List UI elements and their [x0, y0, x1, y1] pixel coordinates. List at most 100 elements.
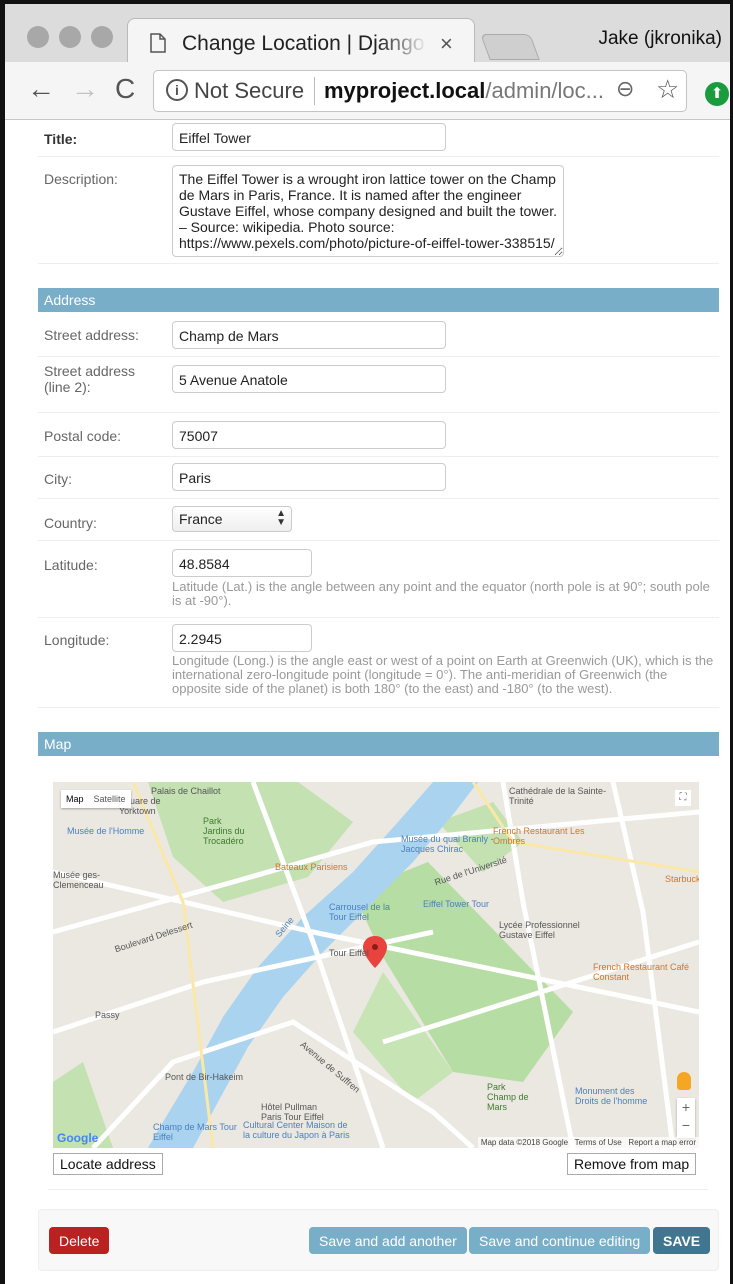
form-row-country: Country: France ▲ ▼ — [38, 499, 719, 541]
country-select[interactable]: France ▲ ▼ — [172, 506, 292, 532]
map-label: Carrousel de la Tour Eiffel — [329, 902, 391, 922]
select-arrows-icon: ▲ ▼ — [276, 508, 286, 528]
map-label: Cultural Center Maison de la culture du … — [243, 1120, 350, 1140]
address-separator — [314, 77, 315, 105]
submit-row: Delete Save and add another Save and con… — [38, 1209, 719, 1271]
maximize-window-button[interactable] — [91, 26, 113, 48]
map-label: Cathédrale de la Sainte-Trinité — [509, 786, 607, 806]
map-label: Rue de l'Université — [433, 854, 508, 888]
longitude-label: Longitude: — [44, 632, 110, 648]
form-row-latitude: Latitude: 48.8584 Latitude (Lat.) is the… — [38, 541, 719, 618]
map-label: Avenue de Suffren — [298, 1039, 362, 1095]
map-label: Starbucks — [665, 874, 699, 884]
map-label: Pont de Bir-Hakeim — [165, 1072, 244, 1082]
form-row-description: Description: The Eiffel Tower is a wroug… — [38, 157, 719, 264]
latitude-help: Latitude (Lat.) is the angle between any… — [172, 579, 710, 608]
map-widget[interactable]: Palais de Chaillot Square de Yorktown Mu… — [53, 782, 699, 1148]
street-address-2-label: Street address (line 2): — [44, 363, 136, 395]
tab-strip: Change Location | Django site admin × Ja… — [5, 0, 730, 68]
street-address-label: Street address: — [44, 327, 139, 343]
reload-icon[interactable]: C — [115, 74, 135, 104]
not-secure-label: Not Secure — [194, 78, 305, 103]
document-icon — [150, 33, 166, 53]
url-host: myproject.local — [324, 78, 486, 103]
country-selected-value: France — [179, 511, 223, 527]
delete-button[interactable]: Delete — [49, 1227, 110, 1254]
form-row-street2: Street address (line 2): 5 Avenue Anatol… — [38, 357, 719, 413]
longitude-help: Longitude (Long.) is the angle east or w… — [172, 653, 714, 696]
map-label: Eiffel Tower Tour — [423, 899, 490, 909]
map-label: Seine — [273, 914, 296, 940]
map-label: Tour Eiffel — [329, 948, 369, 958]
map-label: Bateaux Parisiens — [275, 862, 348, 872]
back-arrow-icon[interactable]: ← — [27, 74, 55, 104]
url-text[interactable]: myproject.local/admin/loc... — [324, 78, 604, 104]
latitude-label: Latitude: — [44, 557, 98, 573]
pegman-icon[interactable] — [677, 1072, 691, 1090]
locate-address-button[interactable]: Locate address — [53, 1153, 163, 1175]
address-section-header: Address — [38, 288, 719, 312]
map-label: Park Champ de Mars — [487, 1082, 529, 1112]
description-textarea[interactable]: The Eiffel Tower is a wrought iron latti… — [172, 165, 564, 257]
update-icon[interactable]: ⬆ — [705, 82, 729, 106]
map-label: Musée de l'Homme — [67, 826, 145, 836]
form-row-longitude: Longitude: 2.2945 Longitude (Long.) is t… — [38, 618, 719, 708]
form-divider — [48, 1189, 708, 1190]
zoom-in-button[interactable]: + — [677, 1098, 695, 1116]
form-row-title: Title: Eiffel Tower — [38, 121, 719, 157]
minimize-window-button[interactable] — [59, 26, 81, 48]
forward-arrow-icon[interactable]: → — [71, 74, 99, 104]
city-label: City: — [44, 471, 72, 487]
map-label: Passy — [95, 1010, 120, 1020]
zoom-control: + − — [677, 1098, 695, 1138]
map-labels: Palais de Chaillot Square de Yorktown Mu… — [53, 782, 699, 1148]
postal-code-label: Postal code: — [44, 428, 122, 444]
save-and-continue-button[interactable]: Save and continue editing — [469, 1227, 651, 1254]
tab-title-fade — [378, 25, 428, 61]
fullscreen-icon[interactable]: ⛶ — [675, 790, 691, 806]
form-row-city: City: Paris — [38, 457, 719, 499]
map-label: French Restaurant Café Constant — [593, 962, 690, 982]
title-input[interactable]: Eiffel Tower — [172, 123, 446, 151]
map-label: Monument des Droits de l'homme — [575, 1086, 648, 1106]
map-label: Champ de Mars Tour Eiffel — [153, 1122, 237, 1142]
new-tab-button[interactable] — [480, 34, 540, 60]
street-address-2-input[interactable]: 5 Avenue Anatole — [172, 365, 446, 393]
info-icon[interactable]: i — [166, 79, 188, 101]
latitude-input[interactable]: 48.8584 — [172, 549, 312, 577]
map-label: Park Jardins du Trocadéro — [203, 816, 245, 846]
map-label: Boulevard Delessert — [113, 919, 194, 955]
browser-toolbar: ← → C i Not Secure myproject.local/admin… — [5, 62, 730, 120]
close-tab-icon[interactable]: × — [440, 31, 453, 57]
remove-from-map-button[interactable]: Remove from map — [567, 1153, 697, 1175]
save-button[interactable]: SAVE — [653, 1227, 711, 1254]
zoom-out-button[interactable]: − — [677, 1116, 695, 1134]
map-label: Musée ges-Clemenceau — [53, 870, 104, 890]
profile-name[interactable]: Jake (jkronika) — [598, 28, 722, 50]
map-label: Hôtel Pullman Paris Tour Eiffel — [261, 1102, 324, 1122]
address-bar[interactable]: i Not Secure myproject.local/admin/loc..… — [153, 70, 687, 112]
map-label: Palais de Chaillot — [151, 786, 221, 796]
form-row-street: Street address: Champ de Mars — [38, 312, 719, 357]
map-type-satellite-button[interactable]: Satellite — [89, 790, 131, 808]
browser-tab[interactable]: Change Location | Django site admin × — [127, 18, 475, 68]
map-attribution[interactable]: Map data ©2018 Google Terms of Use Repor… — [477, 1137, 699, 1148]
map-type-map-button[interactable]: Map — [61, 790, 89, 808]
description-label: Description: — [44, 171, 118, 187]
browser-window: Change Location | Django site admin × Ja… — [0, 0, 733, 1284]
street-address-input[interactable]: Champ de Mars — [172, 321, 446, 349]
zoom-icon[interactable]: ⊖ — [616, 76, 634, 102]
bookmark-star-icon[interactable]: ☆ — [656, 74, 679, 105]
close-window-button[interactable] — [27, 26, 49, 48]
map-label: Lycée Professionnel Gustave Eiffel — [499, 920, 580, 940]
map-type-control: Map Satellite — [61, 790, 131, 808]
google-logo: Google — [57, 1131, 99, 1145]
longitude-input[interactable]: 2.2945 — [172, 624, 312, 652]
country-label: Country: — [44, 515, 97, 531]
city-input[interactable]: Paris — [172, 463, 446, 491]
save-and-add-another-button[interactable]: Save and add another — [309, 1227, 467, 1254]
map-label: Musée du quai Branly - Jacques Chirac — [401, 834, 494, 854]
postal-code-input[interactable]: 75007 — [172, 421, 446, 449]
url-path: /admin/loc... — [485, 78, 604, 103]
title-label: Title: — [44, 131, 78, 147]
